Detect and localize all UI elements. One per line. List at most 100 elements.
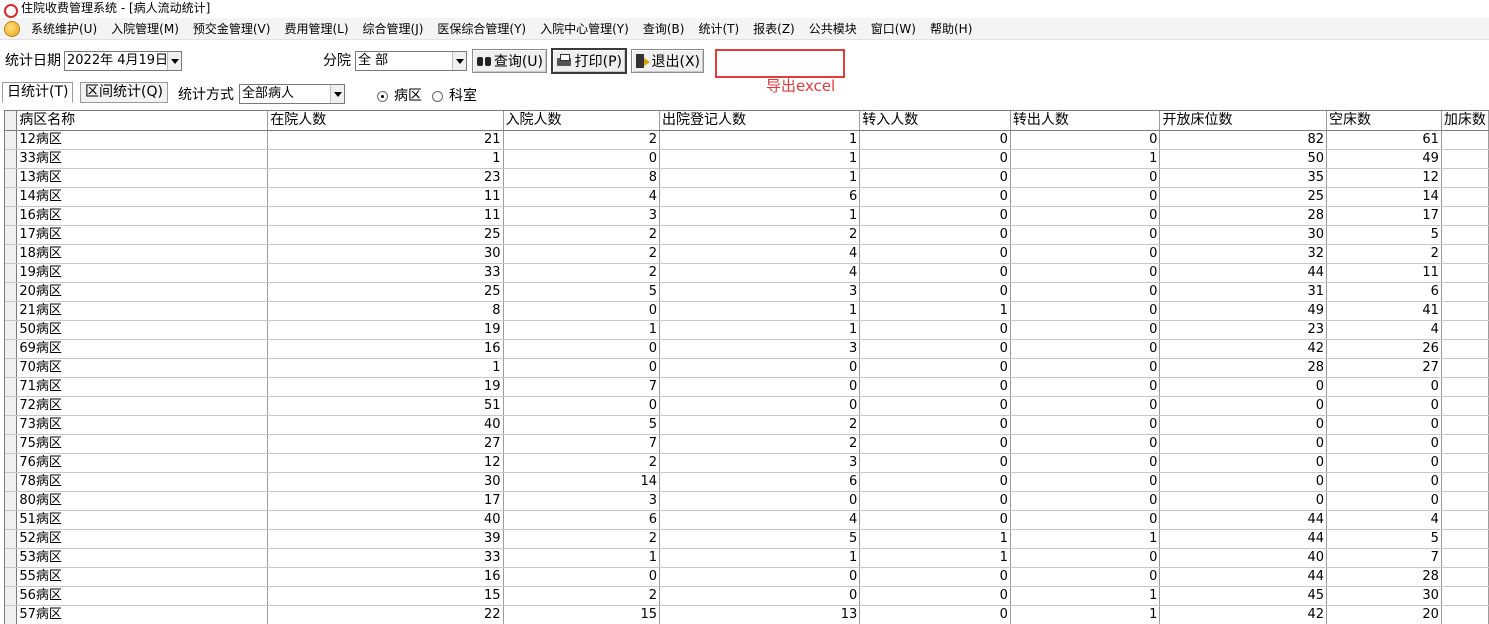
table-cell[interactable]: 19: [267, 377, 504, 397]
table-cell[interactable]: [1441, 377, 1489, 397]
table-cell[interactable]: 0: [1010, 510, 1161, 530]
table-cell[interactable]: 0: [859, 244, 1011, 264]
table-cell[interactable]: 44: [1159, 567, 1327, 587]
table-cell[interactable]: 0: [1010, 548, 1161, 568]
table-cell[interactable]: 3: [659, 339, 861, 359]
table-cell[interactable]: 0: [859, 187, 1011, 207]
table-cell[interactable]: 11: [267, 187, 504, 207]
table-cell[interactable]: 11: [267, 206, 504, 226]
table-cell[interactable]: 41: [1326, 301, 1442, 321]
table-row[interactable]: 18病区 30 2 4 0 0 32 2: [5, 244, 1489, 264]
table-cell[interactable]: 0: [859, 510, 1011, 530]
table-cell[interactable]: [1441, 320, 1489, 340]
table-cell[interactable]: 42: [1159, 339, 1327, 359]
table-cell[interactable]: 3: [659, 453, 861, 473]
column-header[interactable]: 在院人数: [267, 111, 504, 131]
table-cell[interactable]: [1441, 567, 1489, 587]
table-cell[interactable]: 78病区: [16, 472, 269, 492]
table-cell[interactable]: 0: [859, 263, 1011, 283]
table-cell[interactable]: 44: [1159, 529, 1327, 549]
table-cell[interactable]: 0: [1010, 453, 1161, 473]
table-row[interactable]: 78病区 30 14 6 0 0 0 0: [5, 472, 1489, 492]
table-cell[interactable]: 0: [503, 358, 661, 378]
row-indicator[interactable]: [5, 453, 18, 473]
table-cell[interactable]: 50病区: [16, 320, 269, 340]
table-cell[interactable]: 2: [503, 586, 661, 606]
row-indicator[interactable]: [5, 301, 18, 321]
table-cell[interactable]: 0: [1159, 377, 1327, 397]
row-indicator[interactable]: [5, 358, 18, 378]
table-cell[interactable]: 82: [1159, 130, 1327, 150]
table-cell[interactable]: 32: [1159, 244, 1327, 264]
row-indicator[interactable]: [5, 415, 18, 435]
table-cell[interactable]: 0: [859, 339, 1011, 359]
table-cell[interactable]: 0: [1010, 168, 1161, 188]
table-cell[interactable]: 53病区: [16, 548, 269, 568]
column-header[interactable]: 转入人数: [859, 111, 1011, 131]
table-cell[interactable]: 2: [1326, 244, 1442, 264]
table-cell[interactable]: 3: [659, 282, 861, 302]
table-row[interactable]: 16病区 11 3 1 0 0 28 17: [5, 206, 1489, 226]
table-cell[interactable]: 45: [1159, 586, 1327, 606]
table-cell[interactable]: 0: [1159, 472, 1327, 492]
chevron-down-icon[interactable]: [452, 52, 466, 70]
table-cell[interactable]: 1: [859, 548, 1011, 568]
table-cell[interactable]: 76病区: [16, 453, 269, 473]
table-cell[interactable]: 0: [1010, 396, 1161, 416]
menu-item[interactable]: 报表(Z): [746, 18, 802, 40]
table-cell[interactable]: 5: [659, 529, 861, 549]
table-cell[interactable]: [1441, 510, 1489, 530]
table-cell[interactable]: 30: [1326, 586, 1442, 606]
table-row[interactable]: 21病区 8 0 1 1 0 49 41: [5, 301, 1489, 321]
table-cell[interactable]: 0: [859, 206, 1011, 226]
table-cell[interactable]: 0: [859, 567, 1011, 587]
table-cell[interactable]: 6: [659, 187, 861, 207]
table-cell[interactable]: 0: [859, 168, 1011, 188]
table-cell[interactable]: 5: [1326, 225, 1442, 245]
table-cell[interactable]: 7: [503, 377, 661, 397]
date-picker[interactable]: 2022年 4月19日: [64, 51, 182, 71]
table-cell[interactable]: 0: [859, 130, 1011, 150]
row-indicator[interactable]: [5, 586, 18, 606]
table-cell[interactable]: 49: [1159, 301, 1327, 321]
radio-ward[interactable]: 病区: [377, 86, 422, 106]
table-cell[interactable]: 1: [859, 301, 1011, 321]
table-cell[interactable]: 40: [267, 510, 504, 530]
table-cell[interactable]: 2: [503, 263, 661, 283]
table-cell[interactable]: 18病区: [16, 244, 269, 264]
table-cell[interactable]: 16病区: [16, 206, 269, 226]
table-cell[interactable]: 75病区: [16, 434, 269, 454]
row-indicator[interactable]: [5, 605, 18, 624]
row-indicator[interactable]: [5, 434, 18, 454]
table-cell[interactable]: 42: [1159, 605, 1327, 624]
row-indicator[interactable]: [5, 472, 18, 492]
table-cell[interactable]: 12病区: [16, 130, 269, 150]
table-cell[interactable]: 69病区: [16, 339, 269, 359]
table-cell[interactable]: [1441, 168, 1489, 188]
table-cell[interactable]: 0: [1010, 567, 1161, 587]
table-cell[interactable]: 1: [1010, 605, 1161, 624]
menu-item[interactable]: 统计(T): [691, 18, 746, 40]
table-cell[interactable]: 56病区: [16, 586, 269, 606]
table-cell[interactable]: 0: [1010, 263, 1161, 283]
table-cell[interactable]: 0: [659, 586, 861, 606]
table-cell[interactable]: 73病区: [16, 415, 269, 435]
table-cell[interactable]: 0: [1010, 358, 1161, 378]
table-cell[interactable]: 1: [1010, 586, 1161, 606]
table-cell[interactable]: 0: [1326, 415, 1442, 435]
table-cell[interactable]: 0: [1159, 434, 1327, 454]
row-indicator[interactable]: [5, 168, 18, 188]
table-row[interactable]: 56病区 15 2 0 0 1 45 30: [5, 586, 1489, 606]
table-cell[interactable]: 14: [1326, 187, 1442, 207]
tab-range-stats[interactable]: 区间统计(Q): [80, 82, 168, 103]
table-cell[interactable]: 0: [1010, 434, 1161, 454]
table-cell[interactable]: 2: [659, 225, 861, 245]
table-cell[interactable]: 0: [859, 358, 1011, 378]
table-cell[interactable]: 2: [503, 529, 661, 549]
table-cell[interactable]: 12: [1326, 168, 1442, 188]
table-cell[interactable]: [1441, 586, 1489, 606]
table-cell[interactable]: [1441, 358, 1489, 378]
table-cell[interactable]: 0: [859, 434, 1011, 454]
table-cell[interactable]: 25: [1159, 187, 1327, 207]
table-cell[interactable]: 0: [1010, 187, 1161, 207]
